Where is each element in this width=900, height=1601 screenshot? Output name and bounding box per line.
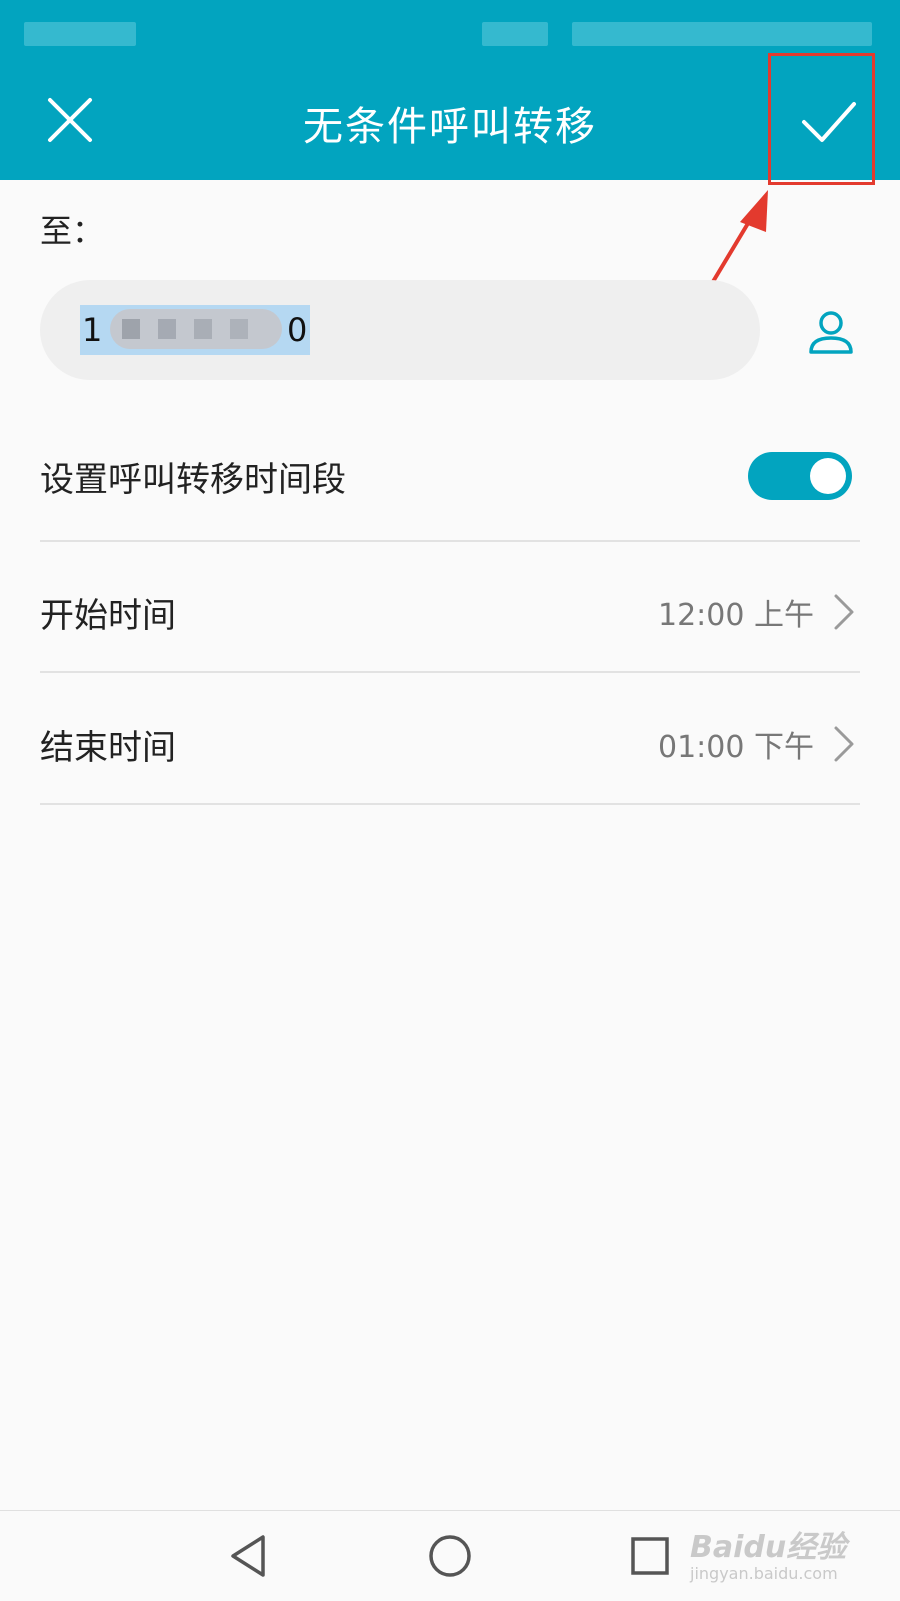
recents-button[interactable]: [625, 1531, 675, 1581]
watermark-brand: Baidu经验: [690, 1530, 847, 1565]
person-icon: [809, 311, 853, 354]
recents-square-icon: [631, 1537, 669, 1575]
status-bar: [0, 0, 900, 62]
chevron-right-icon: [834, 726, 854, 762]
annotation-arrow: [676, 190, 768, 342]
end-time-value: 01:00 下午: [658, 730, 814, 765]
contact-picker-button[interactable]: [806, 308, 856, 358]
start-time-label: 开始时间: [40, 596, 176, 636]
app-bar: 无条件呼叫转移: [0, 62, 900, 180]
status-bar-left-obscured: [24, 22, 136, 46]
start-time-value: 12:00 上午: [658, 598, 814, 633]
toggle-knob: [810, 458, 846, 494]
back-button[interactable]: [225, 1531, 275, 1581]
status-bar-right-obscured: [482, 22, 548, 46]
start-time-row[interactable]: 开始时间 12:00 上午: [40, 580, 860, 640]
baidu-watermark: Baidu经验 jingyan.baidu.com: [690, 1520, 870, 1590]
back-triangle-icon: [231, 1535, 265, 1577]
chevron-right-icon: [834, 594, 854, 630]
end-time-row[interactable]: 结束时间 01:00 下午: [40, 712, 860, 772]
time-period-row: 设置呼叫转移时间段: [40, 440, 860, 510]
time-period-label: 设置呼叫转移时间段: [40, 460, 346, 500]
end-time-label: 结束时间: [40, 728, 176, 768]
forward-to-label: 至：: [40, 212, 105, 250]
page-title: 无条件呼叫转移: [303, 104, 597, 150]
phone-number-obscured: [110, 309, 282, 349]
divider: [40, 671, 860, 673]
time-period-toggle[interactable]: [748, 452, 852, 500]
divider: [40, 803, 860, 805]
phone-number-last-digit: 0: [287, 311, 308, 349]
phone-number-first-digit: 1: [82, 311, 103, 349]
watermark-url: jingyan.baidu.com: [690, 1564, 838, 1583]
divider: [40, 540, 860, 542]
annotation-highlight-box: [768, 53, 875, 185]
phone-number-input[interactable]: 1 0: [40, 280, 760, 380]
home-circle-icon: [429, 1535, 471, 1577]
status-bar-right-obscured: [572, 22, 872, 46]
home-button[interactable]: [425, 1531, 475, 1581]
